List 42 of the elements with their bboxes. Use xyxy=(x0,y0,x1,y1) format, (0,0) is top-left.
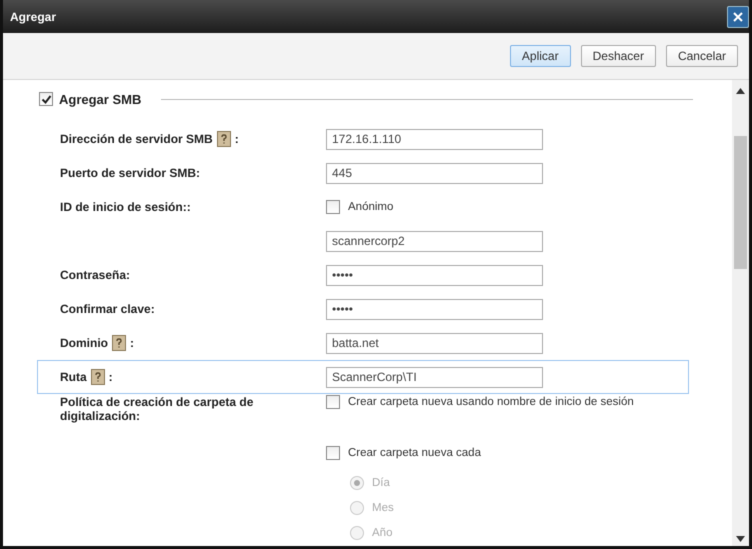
checkbox[interactable] xyxy=(39,92,53,106)
close-button[interactable] xyxy=(727,6,749,28)
field-label: ID de inicio de sesión:: xyxy=(60,200,191,214)
checkbox[interactable] xyxy=(326,200,340,214)
checkbox-label: Anónimo xyxy=(348,201,394,213)
field-label: Ruta xyxy=(60,370,87,384)
input-field[interactable]: scannercorp2 xyxy=(326,230,543,252)
help-icon[interactable] xyxy=(90,369,105,385)
input-field[interactable]: ••••• xyxy=(326,264,543,286)
input-field[interactable]: batta.net xyxy=(326,332,543,354)
scroll-down-icon[interactable] xyxy=(736,536,745,542)
input-field[interactable]: 172.16.1.110 xyxy=(326,128,543,150)
radio-label: Mes xyxy=(372,502,394,514)
colon-text: : xyxy=(108,370,113,384)
window-title: Agregar xyxy=(10,10,56,24)
field-label: Política de creación de carpeta de digitalización: xyxy=(60,395,254,423)
colon-text: : xyxy=(234,132,239,146)
colon-text: : xyxy=(130,336,134,350)
toolbar-button[interactable]: Aplicar xyxy=(510,45,571,67)
checkbox-label: Crear carpeta nueva cada xyxy=(348,447,481,459)
close-icon[interactable] xyxy=(733,12,743,22)
scroll-up-icon[interactable] xyxy=(736,88,745,94)
toolbar-button[interactable]: Deshacer xyxy=(580,45,656,67)
scrollbar[interactable] xyxy=(732,80,749,546)
help-icon[interactable] xyxy=(112,335,126,351)
input-field[interactable]: ScannerCorp\TI xyxy=(326,366,543,388)
checkbox[interactable] xyxy=(326,395,340,409)
scroll-thumb[interactable] xyxy=(734,136,747,269)
radio-label: Día xyxy=(372,476,390,488)
field-label: Dirección de servidor SMB xyxy=(60,132,213,146)
field-label: Dominio xyxy=(60,336,108,350)
field-label: Puerto de servidor SMB: xyxy=(60,166,200,180)
input-field[interactable]: 445 xyxy=(326,162,543,184)
input-field[interactable]: ••••• xyxy=(326,298,543,320)
help-icon[interactable] xyxy=(216,131,231,147)
section-title: Agregar SMB xyxy=(59,92,142,106)
field-label: Confirmar clave: xyxy=(60,302,155,316)
toolbar-button[interactable]: Cancelar xyxy=(666,45,738,67)
checkbox[interactable] xyxy=(326,446,340,460)
radio-label: Año xyxy=(372,526,392,538)
checkbox-label: Crear carpeta nueva usando nombre de inicio de sesión xyxy=(348,396,634,408)
field-label: Contraseña: xyxy=(60,268,130,282)
